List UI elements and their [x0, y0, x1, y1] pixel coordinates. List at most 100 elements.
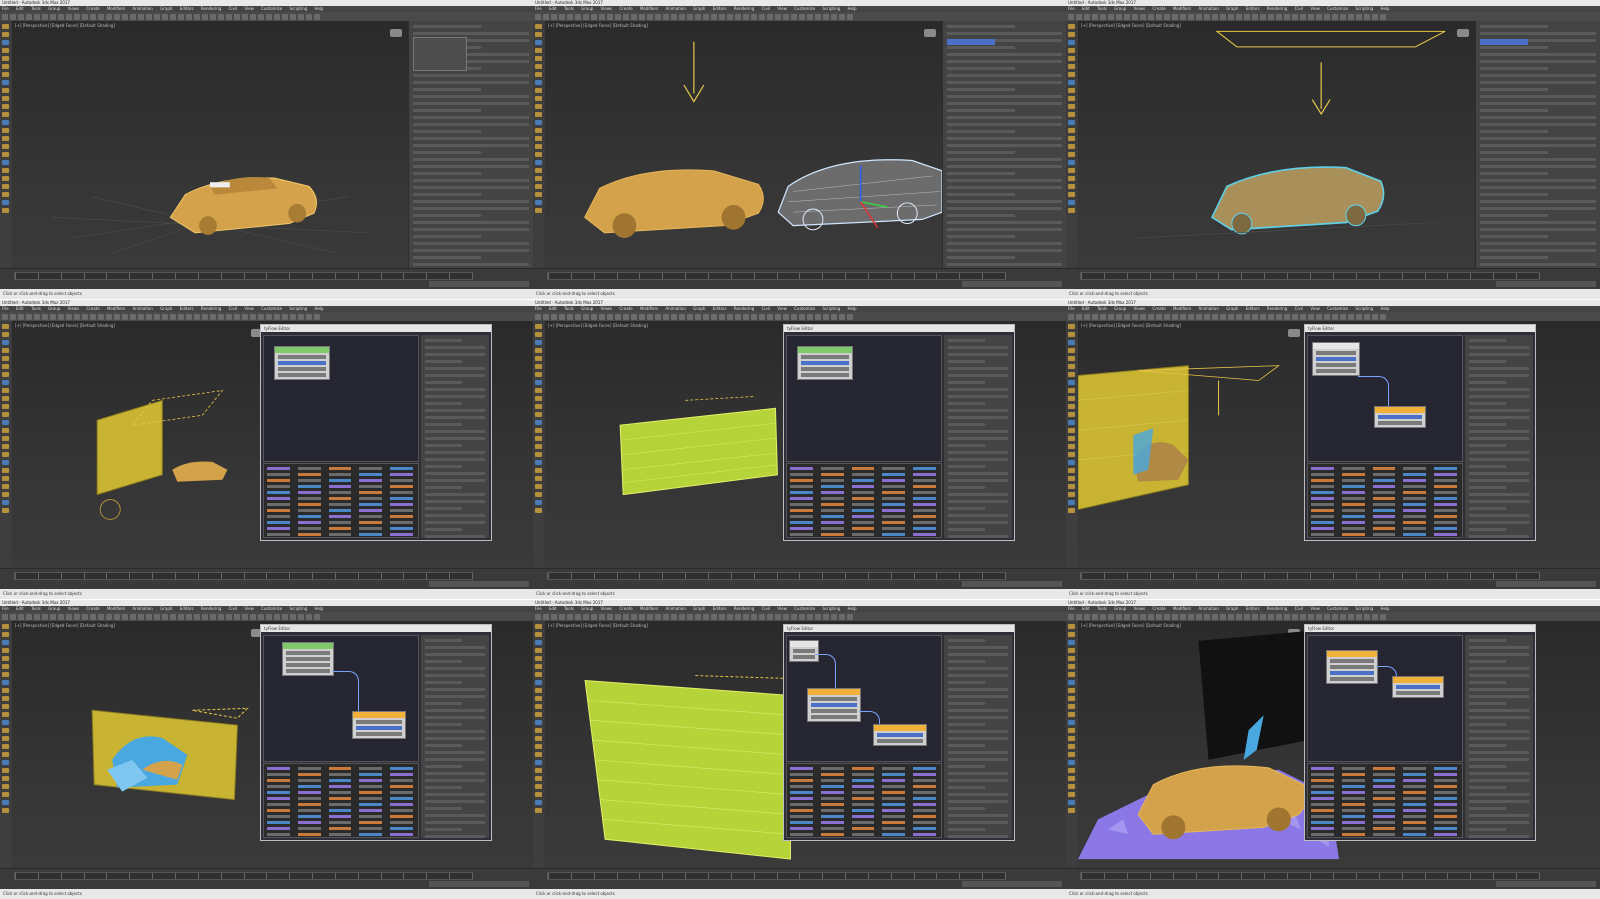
toolbar-button[interactable] — [631, 613, 637, 620]
tool-icon[interactable] — [1068, 388, 1075, 393]
property-row[interactable] — [948, 409, 1008, 412]
operator-list-item[interactable] — [851, 802, 875, 806]
property-row[interactable] — [1469, 416, 1529, 419]
toolbar-button[interactable] — [58, 13, 64, 20]
property-row[interactable] — [1480, 179, 1596, 182]
tool-icon[interactable] — [1068, 656, 1075, 661]
operator-list-item[interactable] — [328, 520, 352, 524]
property-row[interactable] — [413, 207, 529, 210]
operator-list-item[interactable] — [820, 514, 844, 518]
toolbar-button[interactable] — [663, 13, 669, 20]
toolbar-button[interactable] — [234, 13, 240, 20]
toolbar-button[interactable] — [655, 313, 661, 320]
toolbar-button[interactable] — [1260, 313, 1266, 320]
operator-list-item[interactable] — [390, 532, 413, 536]
property-row[interactable] — [1469, 479, 1529, 482]
operator-list-item[interactable] — [820, 496, 844, 500]
operator-list-item[interactable] — [851, 766, 875, 770]
timeline-slider[interactable] — [1080, 872, 1540, 880]
toolbar-button[interactable] — [735, 313, 741, 320]
operator-list-item[interactable] — [1403, 532, 1427, 536]
property-row[interactable] — [1469, 472, 1529, 475]
operator-list-item[interactable] — [851, 784, 875, 788]
property-row[interactable] — [948, 702, 986, 705]
property-row[interactable] — [1469, 500, 1529, 503]
toolbar-button[interactable] — [314, 613, 320, 620]
tool-icon[interactable] — [535, 476, 542, 481]
toolbar-button[interactable] — [1220, 13, 1226, 20]
property-row[interactable] — [425, 688, 485, 691]
toolbar-button[interactable] — [26, 613, 32, 620]
toolbar-button[interactable] — [274, 313, 280, 320]
operator-list-item[interactable] — [913, 796, 936, 800]
toolbar-button[interactable] — [266, 313, 272, 320]
tyflow-editor-window[interactable]: tyFlow Editor — [260, 324, 492, 541]
toolbar-button[interactable] — [130, 13, 136, 20]
property-row[interactable] — [948, 639, 986, 642]
operator-list-item[interactable] — [820, 766, 844, 770]
toolbar-button[interactable] — [1236, 13, 1242, 20]
operator-list-item[interactable] — [820, 526, 844, 530]
tool-icon[interactable] — [2, 500, 9, 505]
property-row[interactable] — [1480, 228, 1596, 231]
toolbar-button[interactable] — [1348, 13, 1354, 20]
tool-icon[interactable] — [1068, 436, 1075, 441]
property-row[interactable] — [425, 709, 485, 712]
property-row[interactable] — [425, 660, 463, 663]
toolbar-button[interactable] — [575, 13, 581, 20]
operator-list-item[interactable] — [390, 472, 413, 476]
operator-list-item[interactable] — [913, 808, 936, 812]
operator-list-item[interactable] — [790, 484, 813, 488]
operator-list-item[interactable] — [1372, 778, 1396, 782]
toolbar-button[interactable] — [807, 13, 813, 20]
tool-icon[interactable] — [2, 688, 9, 693]
property-row[interactable] — [413, 88, 482, 91]
timeline-slider[interactable] — [1080, 572, 1540, 580]
operator-list-item[interactable] — [820, 826, 844, 830]
command-panel[interactable] — [408, 21, 533, 269]
toolbar-button[interactable] — [551, 613, 557, 620]
toolbar-button[interactable] — [743, 13, 749, 20]
operator-list-item[interactable] — [1341, 796, 1365, 800]
operator-list-item[interactable] — [267, 526, 290, 530]
property-row[interactable] — [425, 674, 485, 677]
operator-list-item[interactable] — [790, 778, 813, 782]
operator-list-item[interactable] — [851, 472, 875, 476]
tool-icon[interactable] — [535, 168, 542, 173]
toolbar-button[interactable] — [1356, 13, 1362, 20]
property-row[interactable] — [425, 444, 463, 447]
operator-list-item[interactable] — [267, 478, 290, 482]
toolbar-button[interactable] — [146, 13, 152, 20]
operator-list-item[interactable] — [297, 790, 321, 794]
operator-list-item[interactable] — [820, 466, 844, 470]
operator-list-item[interactable] — [359, 490, 383, 494]
operator-list-item[interactable] — [297, 778, 321, 782]
operator-list-item[interactable] — [1434, 472, 1457, 476]
operator-list-item[interactable] — [1311, 790, 1334, 794]
operator-list-item[interactable] — [1403, 832, 1427, 836]
toolbar-button[interactable] — [202, 613, 208, 620]
operator-list-item[interactable] — [820, 490, 844, 494]
tool-icon[interactable] — [2, 640, 9, 645]
operator-list-item[interactable] — [359, 772, 383, 776]
toolbar-button[interactable] — [719, 13, 725, 20]
operator-list-item[interactable] — [1403, 496, 1427, 500]
toolbar-button[interactable] — [1108, 613, 1114, 620]
toolbar-button[interactable] — [1276, 313, 1282, 320]
operator-list-item[interactable] — [1311, 514, 1334, 518]
playback-controls[interactable] — [1496, 281, 1596, 287]
operator-list-item[interactable] — [267, 790, 290, 794]
toolbar-button[interactable] — [807, 613, 813, 620]
toolbar-button[interactable] — [58, 613, 64, 620]
toolbar-button[interactable] — [90, 313, 96, 320]
toolbar-button[interactable] — [26, 313, 32, 320]
toolbar-button[interactable] — [10, 613, 16, 620]
operator-list-item[interactable] — [1403, 472, 1427, 476]
operator-list-item[interactable] — [1434, 826, 1457, 830]
operator-list-item[interactable] — [851, 526, 875, 530]
toolbar-button[interactable] — [1260, 13, 1266, 20]
toolbar-button[interactable] — [695, 313, 701, 320]
property-row[interactable] — [947, 116, 1062, 119]
menu-items[interactable]: File Edit Tools Group Views Create Modif… — [2, 606, 324, 611]
toolbar-button[interactable] — [1092, 613, 1098, 620]
